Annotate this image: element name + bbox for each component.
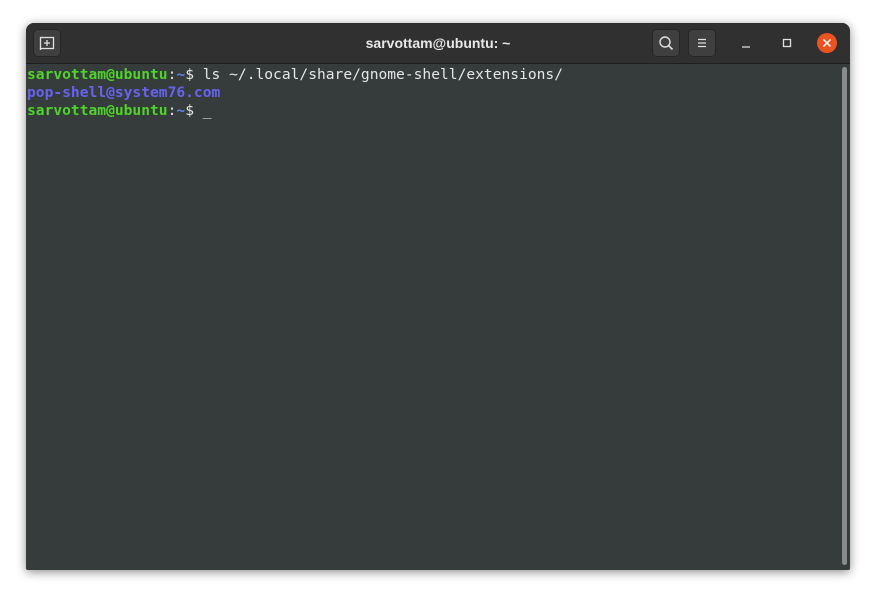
terminal-line-prompt: sarvottam@ubuntu:~$ _ bbox=[27, 102, 838, 120]
title-bar[interactable]: sarvottam@ubuntu: ~ bbox=[26, 23, 850, 64]
maximize-icon bbox=[782, 38, 792, 48]
search-button[interactable] bbox=[652, 29, 680, 57]
close-icon bbox=[817, 33, 837, 53]
prompt-dollar: $ bbox=[185, 66, 203, 83]
terminal-output[interactable]: sarvottam@ubuntu:~$ ls ~/.local/share/gn… bbox=[26, 64, 838, 570]
maximize-button[interactable] bbox=[776, 32, 798, 54]
scrollbar-thumb[interactable] bbox=[842, 67, 847, 565]
prompt-user: sarvottam@ubuntu bbox=[27, 66, 168, 83]
directory-entry: pop-shell@system76.com bbox=[27, 84, 221, 101]
scrollbar[interactable] bbox=[839, 64, 850, 570]
terminal-window: sarvottam@ubuntu: ~ sarvottam@ubuntu:~$ … bbox=[26, 23, 850, 570]
command-text: ls ~/.local/share/gnome-shell/extensions… bbox=[202, 66, 563, 83]
terminal-line-output: pop-shell@system76.com bbox=[27, 84, 838, 102]
minimize-button[interactable] bbox=[735, 32, 757, 54]
hamburger-menu-icon bbox=[698, 38, 706, 48]
prompt-user: sarvottam@ubuntu bbox=[27, 102, 168, 119]
menu-button[interactable] bbox=[688, 29, 716, 57]
terminal-line-command: sarvottam@ubuntu:~$ ls ~/.local/share/gn… bbox=[27, 66, 838, 84]
window-title: sarvottam@ubuntu: ~ bbox=[365, 35, 511, 51]
text-cursor: _ bbox=[202, 102, 212, 119]
prompt-path: ~ bbox=[176, 102, 186, 119]
minimize-icon bbox=[742, 46, 750, 48]
search-icon bbox=[659, 36, 674, 51]
prompt-dollar: $ bbox=[185, 102, 203, 119]
prompt-path: ~ bbox=[176, 66, 186, 83]
close-button[interactable] bbox=[816, 32, 838, 54]
